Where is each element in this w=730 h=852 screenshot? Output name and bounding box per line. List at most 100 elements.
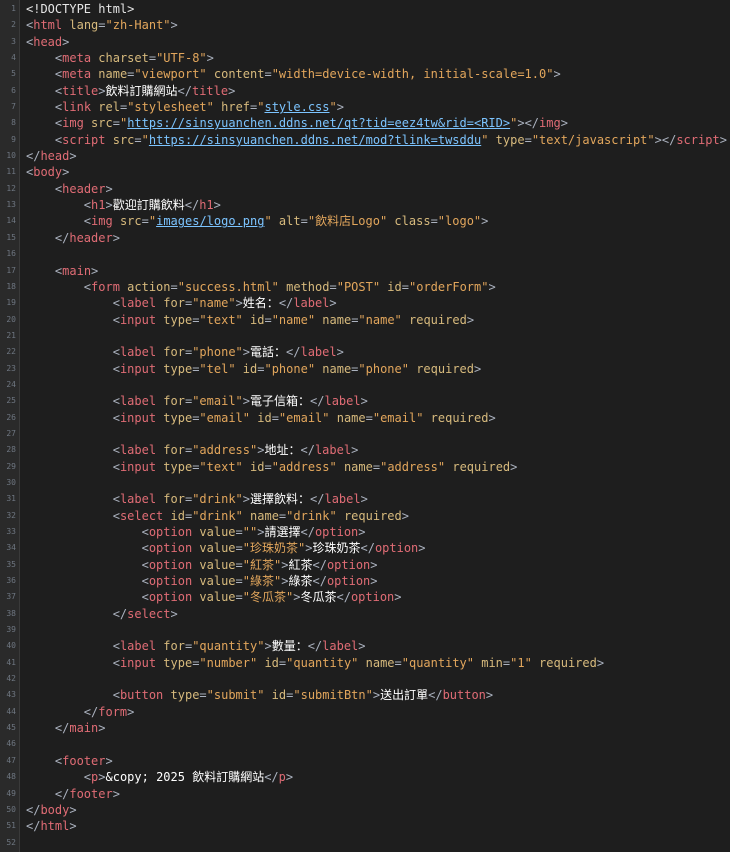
tag-token: select: [119, 508, 164, 523]
value-token: ": [329, 100, 337, 115]
code-line[interactable]: 25 <label for="email">電子信箱：</label>: [6, 393, 730, 409]
code-line[interactable]: 33 <option value="">請選擇</option>: [6, 524, 730, 540]
tag-token: html: [40, 819, 70, 834]
tag-token: option: [148, 590, 193, 605]
punctuation-token: =: [430, 214, 438, 229]
code-line[interactable]: 46: [6, 736, 730, 752]
tag-token: footer: [69, 786, 113, 801]
code-line[interactable]: 45 </main>: [6, 720, 730, 736]
line-number: 42: [6, 674, 16, 684]
punctuation-token: <: [112, 394, 120, 409]
code-line[interactable]: 27: [6, 426, 730, 442]
code-line[interactable]: 12 <header>: [6, 181, 730, 197]
line-number: 31: [6, 494, 16, 504]
code-line[interactable]: 30: [6, 475, 730, 491]
punctuation-token: <: [112, 345, 120, 360]
code-line[interactable]: 39: [6, 622, 730, 638]
punctuation-token: <: [112, 296, 120, 311]
attribute-token: action: [119, 279, 171, 294]
code-line[interactable]: 32 <select id="drink" name="drink" requi…: [6, 508, 730, 524]
code-line[interactable]: 40 <label for="quantity">數量：</label>: [6, 638, 730, 654]
code-editor[interactable]: 1 <!DOCTYPE html> 2 <html lang="zh-Hant"> 3 <…: [0, 0, 730, 852]
line-content: <select id="drink" name="drink" required…: [26, 508, 409, 524]
code-line[interactable]: 21: [6, 328, 730, 344]
line-content: <option value="綠茶">綠茶</option>: [26, 573, 378, 589]
code-line[interactable]: 19 <label for="name">姓名：</label>: [6, 295, 730, 311]
code-line[interactable]: 28 <label for="address">地址：</label>: [6, 442, 730, 458]
code-line[interactable]: 51 </html>: [6, 818, 730, 834]
line-number: 52: [6, 837, 16, 847]
code-line[interactable]: 29 <input type="text" id="address" name=…: [6, 459, 730, 475]
code-line[interactable]: 31 <label for="drink">選擇飲料：</label>: [6, 491, 730, 507]
code-line[interactable]: 10 </head>: [6, 148, 730, 164]
code-line[interactable]: 47 <footer>: [6, 753, 730, 769]
tag-token: img: [539, 116, 561, 131]
code-line[interactable]: 9 <script src="https://sinsyuanchen.ddns…: [11, 132, 730, 148]
code-line[interactable]: 17 <main>: [6, 263, 730, 279]
line-number: 10: [6, 151, 16, 161]
code-line[interactable]: 3 <head>: [11, 34, 730, 50]
line-content: <label for="email">電子信箱：</label>: [26, 393, 368, 409]
link-token[interactable]: https://sinsyuanchen.ddns.net/qt?tid=eez…: [127, 116, 510, 130]
punctuation-token: >: [719, 132, 727, 147]
punctuation-token: >: [98, 83, 106, 98]
line-number: 20: [6, 314, 16, 324]
code-line[interactable]: 8 <img src="https://sinsyuanchen.ddns.ne…: [11, 115, 730, 131]
punctuation-token: =: [235, 574, 243, 589]
line-number: 28: [6, 445, 16, 455]
punctuation-token: >: [264, 639, 272, 654]
attribute-token: id: [163, 508, 185, 523]
code-line[interactable]: 5 <meta name="viewport" content="width=d…: [11, 66, 730, 82]
code-line[interactable]: 14 <img src="images/logo.png" alt="飲料店Lo…: [6, 213, 730, 229]
code-line[interactable]: 34 <option value="珍珠奶茶">珍珠奶茶</option>: [6, 540, 730, 556]
punctuation-token: </: [336, 590, 351, 605]
code-line[interactable]: 18 <form action="success.html" method="P…: [6, 279, 730, 295]
line-number: 23: [6, 363, 16, 373]
line-number: 33: [6, 527, 16, 536]
code-line[interactable]: 43 <button type="submit" id="submitBtn">…: [6, 687, 730, 703]
code-line[interactable]: 36 <option value="綠茶">綠茶</option>: [6, 573, 730, 589]
code-line[interactable]: 49 </footer>: [6, 786, 730, 802]
code-line[interactable]: 50 </body>: [6, 802, 730, 818]
code-line[interactable]: 37 <option value="冬瓜茶">冬瓜茶</option>: [6, 589, 730, 605]
line-number: 18: [6, 281, 16, 291]
line-number: 12: [6, 183, 16, 193]
code-line[interactable]: 11 <body>: [6, 164, 730, 180]
link-token[interactable]: https://sinsyuanchen.ddns.net/mod?tlink=…: [149, 133, 481, 147]
line-number: 1: [11, 4, 16, 13]
code-line[interactable]: 44 </form>: [6, 704, 730, 720]
code-line[interactable]: 48 <p>&copy; 2025 飲料訂購網站</p>: [6, 769, 730, 785]
code-line[interactable]: 22 <label for="phone">電話：</label>: [6, 344, 730, 360]
link-token[interactable]: images/logo.png: [156, 214, 264, 228]
code-line[interactable]: 35 <option value="紅茶">紅茶</option>: [6, 557, 730, 573]
code-line[interactable]: 2 <html lang="zh-Hant">: [11, 17, 730, 33]
line-number: 34: [6, 543, 16, 553]
code-line[interactable]: 13 <h1>歡迎訂購飲料</h1>: [6, 197, 730, 213]
code-line[interactable]: 4 <meta charset="UTF-8">: [11, 50, 730, 66]
code-line[interactable]: 6 <title>飲料訂購網站</title>: [11, 83, 730, 99]
link-token[interactable]: style.css: [264, 100, 329, 114]
punctuation-token: </: [54, 230, 70, 245]
code-line[interactable]: 38 </select>: [6, 606, 730, 622]
code-line[interactable]: 1 <!DOCTYPE html>: [11, 1, 730, 17]
code-line[interactable]: 41 <input type="number" id="quantity" na…: [6, 655, 730, 671]
value-token: "viewport": [134, 67, 207, 82]
code-area[interactable]: 1 <!DOCTYPE html> 2 <html lang="zh-Hant"> 3 <…: [6, 0, 730, 852]
punctuation-token: <: [112, 492, 120, 507]
line-number: 19: [6, 298, 16, 308]
code-line[interactable]: 7 <link rel="stylesheet" href="style.css…: [11, 99, 730, 115]
code-line[interactable]: 42: [6, 671, 730, 687]
code-line[interactable]: 24: [6, 377, 730, 393]
code-line[interactable]: 15 </header>: [6, 230, 730, 246]
code-line[interactable]: 52: [6, 835, 730, 851]
code-line[interactable]: 20 <input type="text" id="name" name="na…: [6, 312, 730, 328]
code-line[interactable]: 16: [6, 246, 730, 262]
line-content: <link rel="stylesheet" href="style.css">: [26, 99, 344, 115]
code-line[interactable]: 26 <input type="email" id="email" name="…: [6, 410, 730, 426]
code-line[interactable]: 23 <input type="tel" id="phone" name="ph…: [6, 361, 730, 377]
punctuation-token: >: [358, 639, 366, 654]
line-content: <input type="text" id="address" name="ad…: [26, 459, 518, 475]
